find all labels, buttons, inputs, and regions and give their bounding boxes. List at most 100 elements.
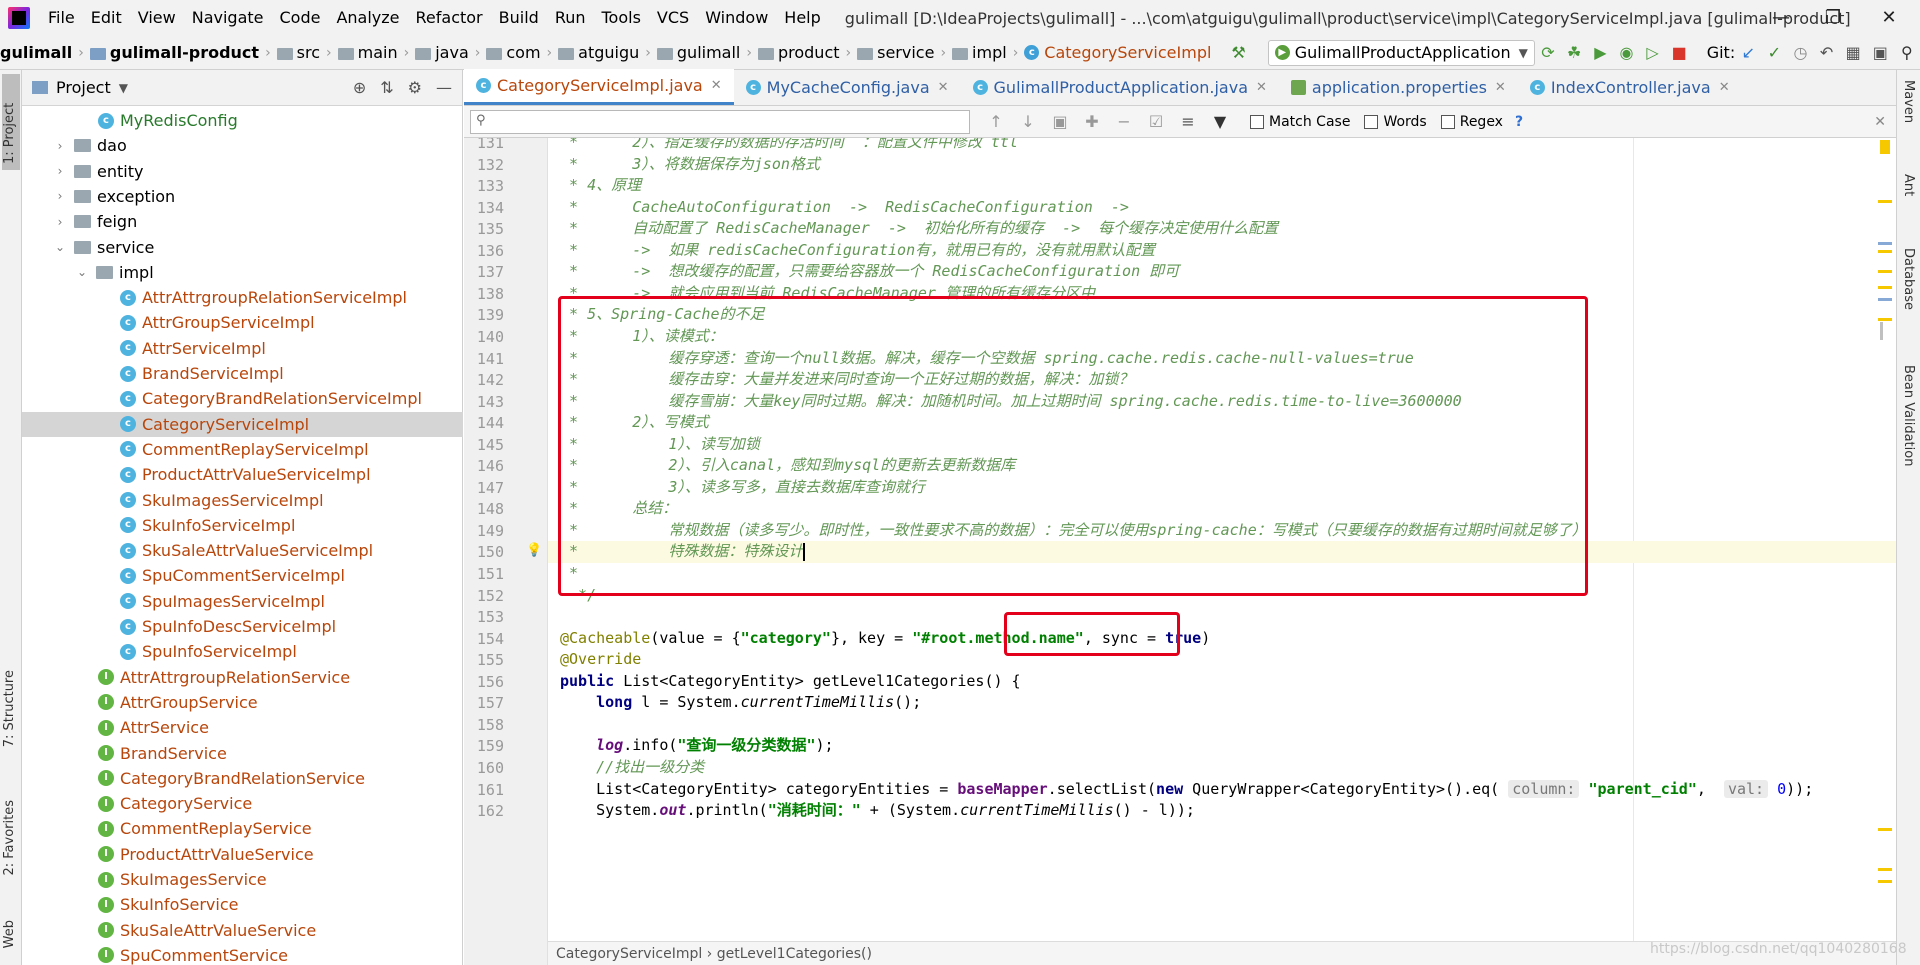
hide-panel-icon[interactable]: — [436, 78, 452, 97]
git-rollback-icon[interactable]: ↶ [1820, 43, 1834, 63]
code-line[interactable] [548, 714, 1896, 736]
menu-window[interactable]: Window [697, 0, 776, 36]
expanded-arrow-icon[interactable]: ⌄ [54, 240, 66, 254]
close-tab-icon[interactable]: ✕ [1256, 80, 1267, 95]
tree-item[interactable]: I SpuCommentService [22, 943, 463, 965]
add-occurrence-icon[interactable]: ✚ [1082, 112, 1102, 132]
remove-occurrence-icon[interactable]: − [1114, 112, 1134, 132]
close-tab-icon[interactable]: ✕ [938, 80, 949, 95]
code-line[interactable]: * 3）、将数据保存为json格式 [548, 154, 1896, 176]
menu-file[interactable]: File [40, 0, 83, 36]
code-line[interactable]: * 1）、读写加锁 [548, 434, 1896, 456]
tree-item[interactable]: c CategoryBrandRelationServiceImpl [22, 386, 463, 411]
filter-icon[interactable]: ▼ [1210, 112, 1230, 132]
crumb-java[interactable]: java [415, 43, 469, 62]
bean-validation-tool-tab[interactable]: Bean Validation [1901, 365, 1916, 466]
git-update-icon[interactable]: ↙ [1741, 43, 1755, 63]
menu-edit[interactable]: Edit [83, 0, 130, 36]
editor-tab[interactable]: c IndexController.java ✕ [1518, 69, 1742, 105]
crumb-categoryserviceimpl[interactable]: c CategoryServiceImpl [1024, 43, 1211, 62]
web-tool-tab[interactable]: Web [2, 920, 17, 948]
code-line[interactable]: * 缓存穿透：查询一个null数据。解决，缓存一个空数据 spring.cach… [548, 348, 1896, 370]
select-all-occurrences-icon[interactable]: ▣ [1050, 112, 1070, 132]
debug-icon[interactable]: ☘ [1567, 43, 1581, 63]
expanded-arrow-icon[interactable]: ⌄ [76, 265, 88, 279]
menu-vcs[interactable]: VCS [649, 0, 697, 36]
tree-item[interactable]: c AttrServiceImpl [22, 336, 463, 361]
coverage-icon[interactable]: ▶ [1593, 43, 1607, 63]
code-line[interactable]: @Cacheable(value = {"category"}, key = "… [548, 628, 1896, 650]
project-panel-title[interactable]: Project [56, 78, 111, 97]
code-line[interactable]: List<CategoryEntity> categoryEntities = … [548, 779, 1896, 801]
tree-item[interactable]: I BrandService [22, 741, 463, 766]
editor-tab[interactable]: c MyCacheConfig.java ✕ [734, 69, 961, 105]
marker[interactable] [1878, 298, 1892, 301]
next-occurrence-icon[interactable]: ↓ [1018, 112, 1038, 132]
tree-item[interactable]: c AttrAttrgroupRelationServiceImpl [22, 285, 463, 310]
code-line[interactable]: * 4、原理 [548, 175, 1896, 197]
previous-occurrence-icon[interactable]: ↑ [986, 112, 1006, 132]
tree-item[interactable]: c AttrGroupServiceImpl [22, 310, 463, 335]
crumb-gulimall[interactable]: gulimall [656, 43, 740, 62]
tree-item[interactable]: I AttrGroupService [22, 690, 463, 715]
structure-tool-tab[interactable]: 7: Structure [2, 670, 17, 747]
code-line[interactable]: * 2）、指定缓存的数据的存活时间 ：配置文件中修改 ttl [548, 138, 1896, 154]
tree-item[interactable]: I AttrService [22, 715, 463, 740]
tree-item[interactable]: › entity [22, 159, 463, 184]
stop-icon[interactable]: ■ [1672, 43, 1687, 63]
menu-navigate[interactable]: Navigate [184, 0, 272, 36]
git-commit-icon[interactable]: ✓ [1767, 43, 1781, 63]
menu-refactor[interactable]: Refactor [408, 0, 491, 36]
code-line[interactable]: log.info("查询一级分类数据"); [548, 735, 1896, 757]
code-line[interactable]: * CacheAutoConfiguration -> RedisCacheCo… [548, 197, 1896, 219]
locate-icon[interactable]: ⊕ [353, 78, 366, 97]
favorites-tool-tab[interactable]: 2: Favorites [2, 800, 17, 876]
code-line[interactable]: * 3）、读多写多，直接去数据库查询就行 [548, 477, 1896, 499]
maven-tool-tab[interactable]: Maven [1901, 80, 1916, 123]
regex-option[interactable]: Regex [1440, 114, 1503, 130]
code-line[interactable]: * -> 想改缓存的配置，只需要给容器放一个 RedisCacheConfigu… [548, 261, 1896, 283]
menu-view[interactable]: View [130, 0, 184, 36]
crumb-src[interactable]: src [276, 43, 320, 62]
tree-item[interactable]: c SkuImagesServiceImpl [22, 488, 463, 513]
code-line[interactable]: * 常规数据（读多写少。即时性，一致性要求不高的数据）：完全可以使用spring… [548, 520, 1896, 542]
tree-item[interactable]: I SkuSaleAttrValueService [22, 918, 463, 943]
tree-item[interactable]: ⌄ service [22, 235, 463, 260]
code-area[interactable]: 131 132 133 134 135 136 137 138 139 140 141 142 143 1… [464, 138, 1896, 965]
editor-tab[interactable]: c GulimallProductApplication.java ✕ [961, 69, 1279, 105]
marker[interactable] [1878, 828, 1892, 831]
tree-item[interactable]: c SpuCommentServiceImpl [22, 563, 463, 588]
regex-help-link[interactable]: ? [1515, 114, 1523, 130]
tree-item[interactable]: I SkuImagesService [22, 867, 463, 892]
editor-tab[interactable]: c CategoryServiceImpl.java ✕ [464, 69, 734, 105]
menu-help[interactable]: Help [776, 0, 828, 36]
crumb-gulimall[interactable]: gulimall [0, 43, 72, 62]
tree-item[interactable]: I CategoryService [22, 791, 463, 816]
tree-item[interactable]: I SkuInfoService [22, 892, 463, 917]
collapsed-arrow-icon[interactable]: › [54, 139, 66, 153]
words-checkbox[interactable] [1364, 114, 1379, 129]
tree-item[interactable]: › dao [22, 133, 463, 158]
crumb-atguigu[interactable]: atguigu [558, 43, 639, 62]
rerun-icon[interactable]: ⟳ [1541, 43, 1555, 63]
warning-marker[interactable] [1880, 140, 1890, 154]
marker[interactable] [1878, 242, 1892, 245]
match-case-option[interactable]: Match Case [1250, 114, 1350, 130]
close-window-icon[interactable]: ✕ [1866, 0, 1912, 36]
tree-item[interactable]: c SpuInfoServiceImpl [22, 639, 463, 664]
code-line[interactable]: * 5、Spring-Cache的不足 [548, 304, 1896, 326]
find-input[interactable] [470, 109, 970, 134]
close-tab-icon[interactable]: ✕ [711, 78, 722, 93]
minimize-icon[interactable]: — [1758, 0, 1804, 36]
tree-item[interactable]: c SpuImagesServiceImpl [22, 589, 463, 614]
code-line[interactable]: * 缓存击穿：大量并发进来同时查询一个正好过期的数据，解决：加锁？ [548, 369, 1896, 391]
code-line[interactable]: * [548, 563, 1896, 585]
words-option[interactable]: Words [1364, 114, 1427, 130]
menu-code[interactable]: Code [272, 0, 329, 36]
code-line[interactable]: //找出一级分类 [548, 757, 1896, 779]
code-line[interactable]: * 2）、引入canal，感知到mysql的更新去更新数据库 [548, 455, 1896, 477]
tree-item[interactable]: ⌄ impl [22, 260, 463, 285]
intention-bulb-icon[interactable]: 💡 [526, 543, 542, 558]
crumb-gulimall-product[interactable]: gulimall-product [89, 43, 259, 62]
tree-item[interactable]: I ProductAttrValueService [22, 842, 463, 867]
